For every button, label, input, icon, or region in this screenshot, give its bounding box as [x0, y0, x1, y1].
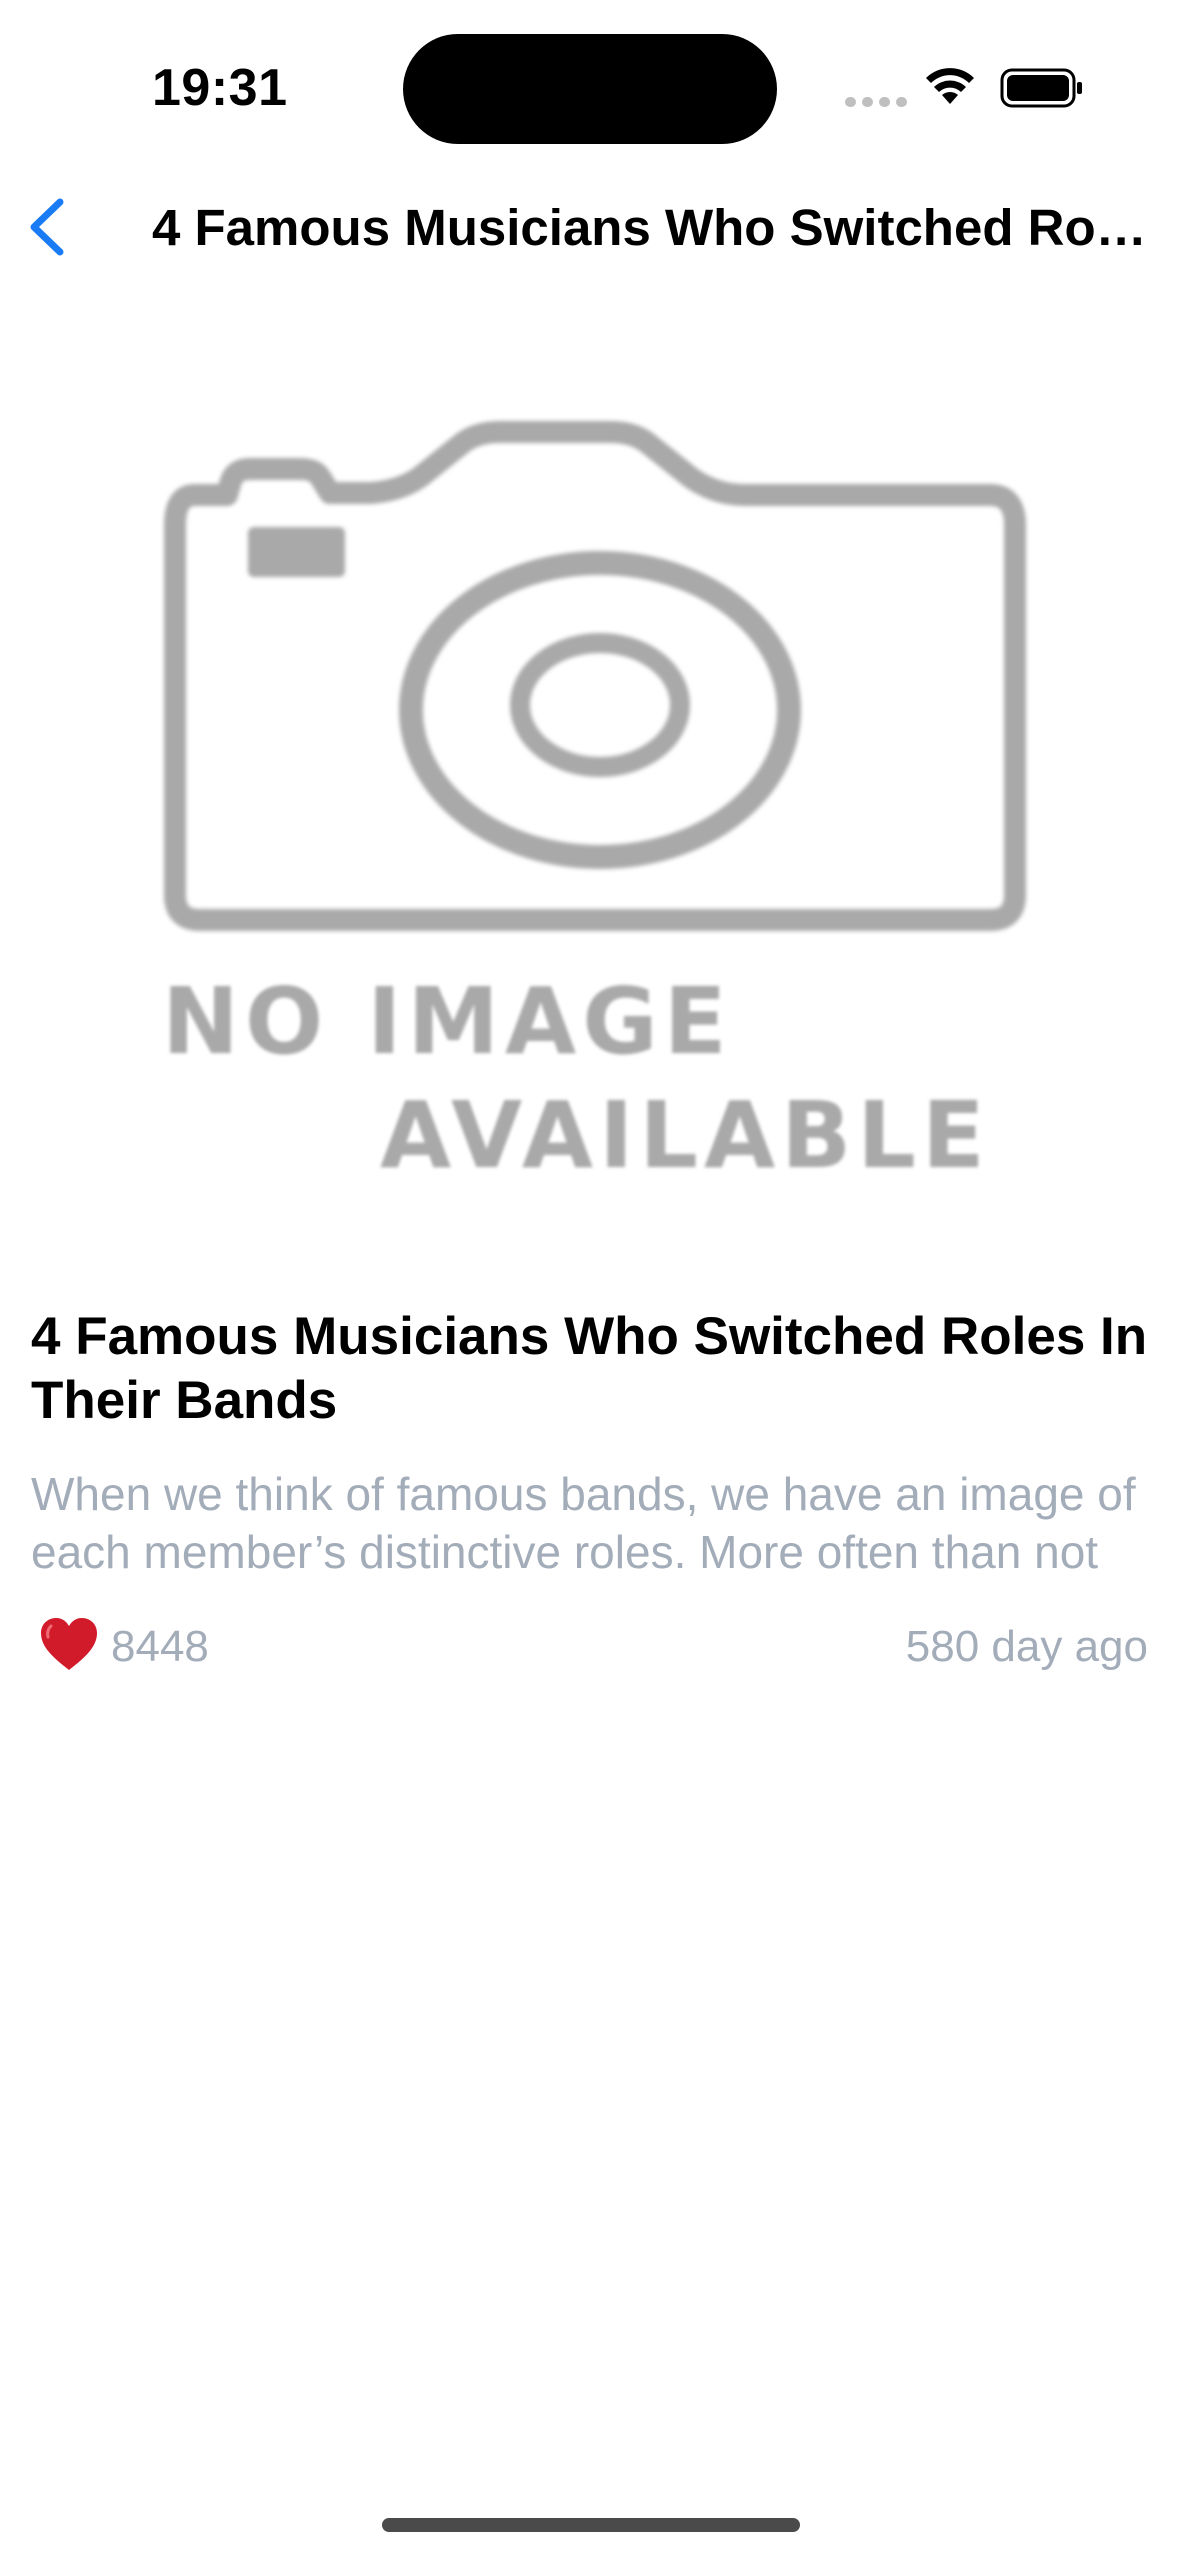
navigation-bar: 4 Famous Musicians Who Switched Roles In…: [0, 170, 1179, 290]
article-meta-row: 8448 580 day ago: [31, 1612, 1148, 1682]
heart-icon: [41, 1618, 97, 1670]
article-title: 4 Famous Musicians Who Switched Roles In…: [31, 1307, 1148, 1430]
wifi-icon: [926, 68, 974, 104]
back-button[interactable]: [14, 192, 84, 262]
home-indicator[interactable]: [382, 2518, 800, 2532]
status-bar: 19:31: [0, 0, 1179, 170]
nav-title: 4 Famous Musicians Who Switched Roles In…: [152, 199, 1152, 256]
cellular-icon: [845, 97, 907, 107]
no-image-placeholder: [164, 421, 1026, 931]
like-button[interactable]: [39, 1616, 99, 1672]
status-time: 19:31: [152, 59, 288, 117]
placeholder-text-line2: AVAILABLE: [380, 1082, 991, 1189]
article-timestamp: 580 day ago: [905, 1622, 1148, 1671]
battery-icon: [1000, 68, 1082, 108]
chevron-left-icon: [30, 198, 64, 256]
like-count: 8448: [111, 1622, 209, 1671]
article-summary: When we think of famous bands, we have a…: [31, 1468, 1136, 1578]
dynamic-island: [403, 34, 777, 144]
placeholder-text-line1: NO IMAGE: [162, 968, 733, 1075]
camera-icon: [164, 421, 1026, 931]
